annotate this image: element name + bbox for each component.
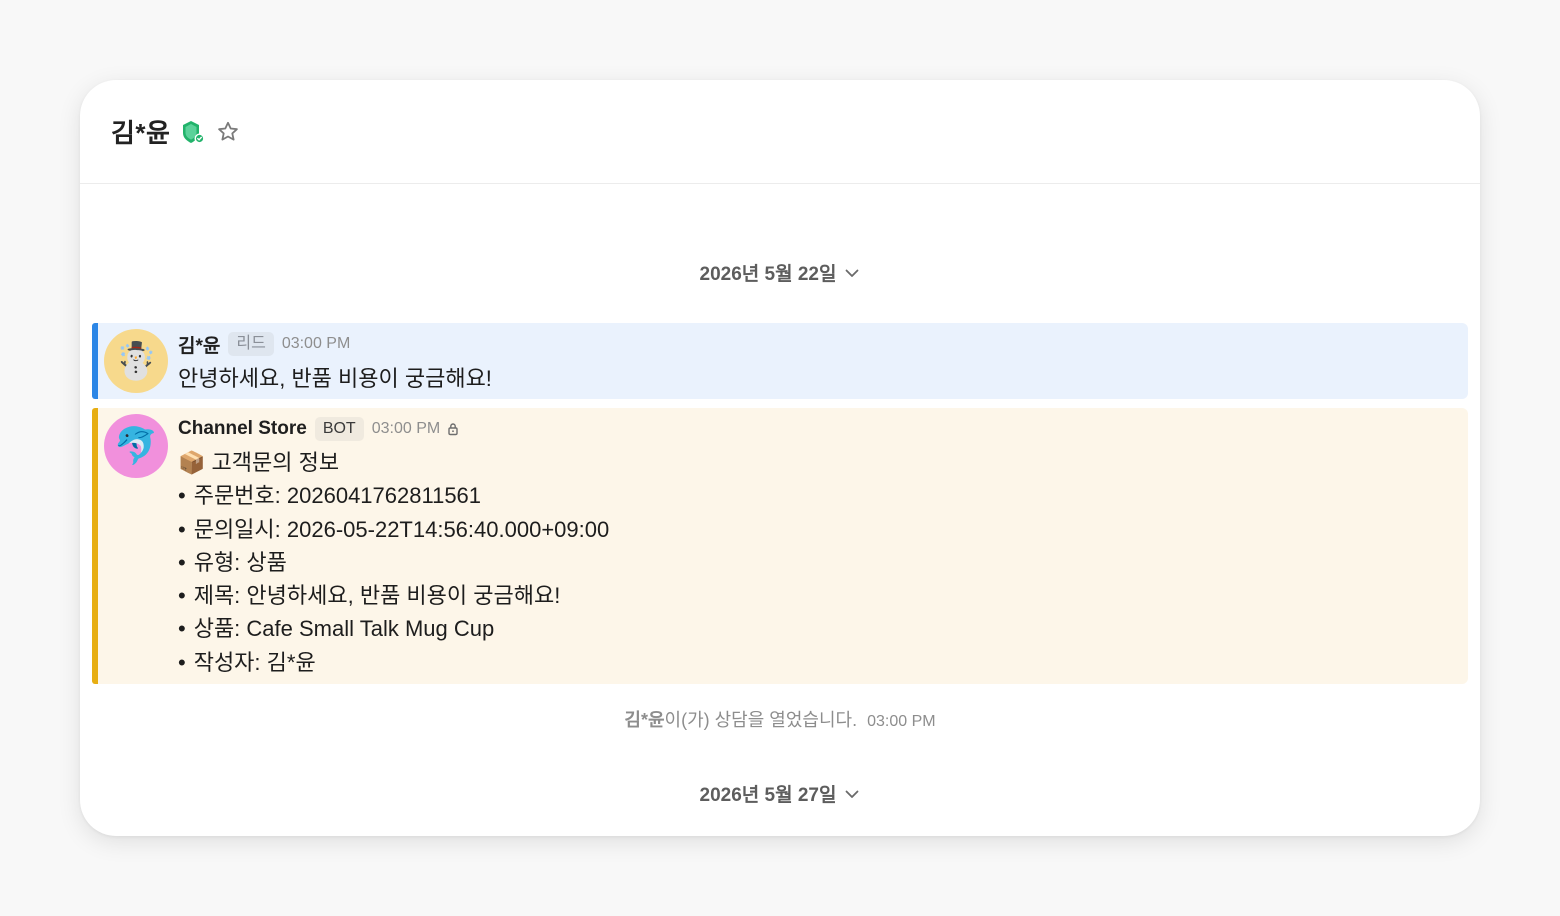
chat-panel: 김*윤 2026년 5월 22일 ☃️ 김*윤 리드 03:00 PM 안녕하세… bbox=[80, 80, 1480, 836]
message-lines: 📦 고객문의 정보 • 주문번호: 2026041762811561 • 문의일시:… bbox=[178, 446, 609, 679]
message-time: 03:00 PM bbox=[371, 420, 441, 437]
message-accent-bar bbox=[92, 323, 98, 399]
date-divider[interactable]: 2026년 5월 27일 bbox=[80, 780, 1480, 807]
snowman-avatar-icon[interactable]: ☃️ bbox=[104, 329, 168, 393]
chat-header: 김*윤 bbox=[80, 80, 1480, 184]
system-note-time: 03:00 PM bbox=[867, 713, 936, 730]
date-divider-label: 2026년 5월 27일 bbox=[699, 785, 837, 806]
message-accent-bar bbox=[92, 408, 98, 684]
info-heading: 📦 고객문의 정보 bbox=[178, 450, 340, 475]
list-item: • 유형: 상품 bbox=[178, 549, 287, 575]
message-meta: 김*윤 리드 03:00 PM bbox=[178, 331, 492, 357]
date-divider-label: 2026년 5월 22일 bbox=[699, 264, 837, 285]
list-item: • 상품: Cafe Small Talk Mug Cup bbox=[178, 616, 495, 642]
message-bot[interactable]: 🐬 Channel Store BOT 03:00 PM 📦 고객문의 정보 •… bbox=[92, 408, 1468, 684]
lock-icon bbox=[446, 422, 460, 436]
system-note-text: 이(가) 상담을 열었습니다. bbox=[664, 710, 858, 730]
list-item: • 주문번호: 2026041762811561 bbox=[178, 483, 482, 509]
sender-name[interactable]: Channel Store bbox=[178, 418, 307, 440]
message-content: Channel Store BOT 03:00 PM 📦 고객문의 정보 • 주문… bbox=[178, 416, 609, 679]
shield-badge-icon bbox=[180, 119, 206, 145]
message-content: 김*윤 리드 03:00 PM 안녕하세요, 반품 비용이 궁금해요! bbox=[178, 331, 492, 396]
message-user[interactable]: ☃️ 김*윤 리드 03:00 PM 안녕하세요, 반품 비용이 궁금해요! bbox=[92, 323, 1468, 399]
list-item: • 제목: 안녕하세요, 반품 비용이 궁금해요! bbox=[178, 583, 561, 609]
list-item: • 작성자: 김*윤 bbox=[178, 649, 316, 675]
lead-tag: 리드 bbox=[228, 332, 274, 356]
message-meta: Channel Store BOT 03:00 PM bbox=[178, 416, 609, 442]
bot-tag: BOT bbox=[314, 417, 364, 441]
date-divider[interactable]: 2026년 5월 22일 bbox=[80, 259, 1480, 286]
contact-name: 김*윤 bbox=[111, 118, 171, 148]
system-note: 김*윤 이(가) 상담을 열었습니다. 03:00 PM bbox=[80, 706, 1480, 732]
message-text: 안녕하세요, 반품 비용이 궁금해요! bbox=[178, 366, 492, 391]
system-note-actor[interactable]: 김*윤 bbox=[624, 706, 664, 732]
star-outline-icon[interactable] bbox=[216, 120, 240, 144]
dolphin-avatar-icon[interactable]: 🐬 bbox=[104, 414, 168, 478]
sender-name[interactable]: 김*윤 bbox=[178, 331, 220, 358]
message-time: 03:00 PM bbox=[281, 335, 351, 352]
chevron-down-icon bbox=[844, 786, 860, 802]
chevron-down-icon bbox=[844, 265, 860, 281]
list-item: • 문의일시: 2026-05-22T14:56:40.000+09:00 bbox=[178, 516, 610, 542]
